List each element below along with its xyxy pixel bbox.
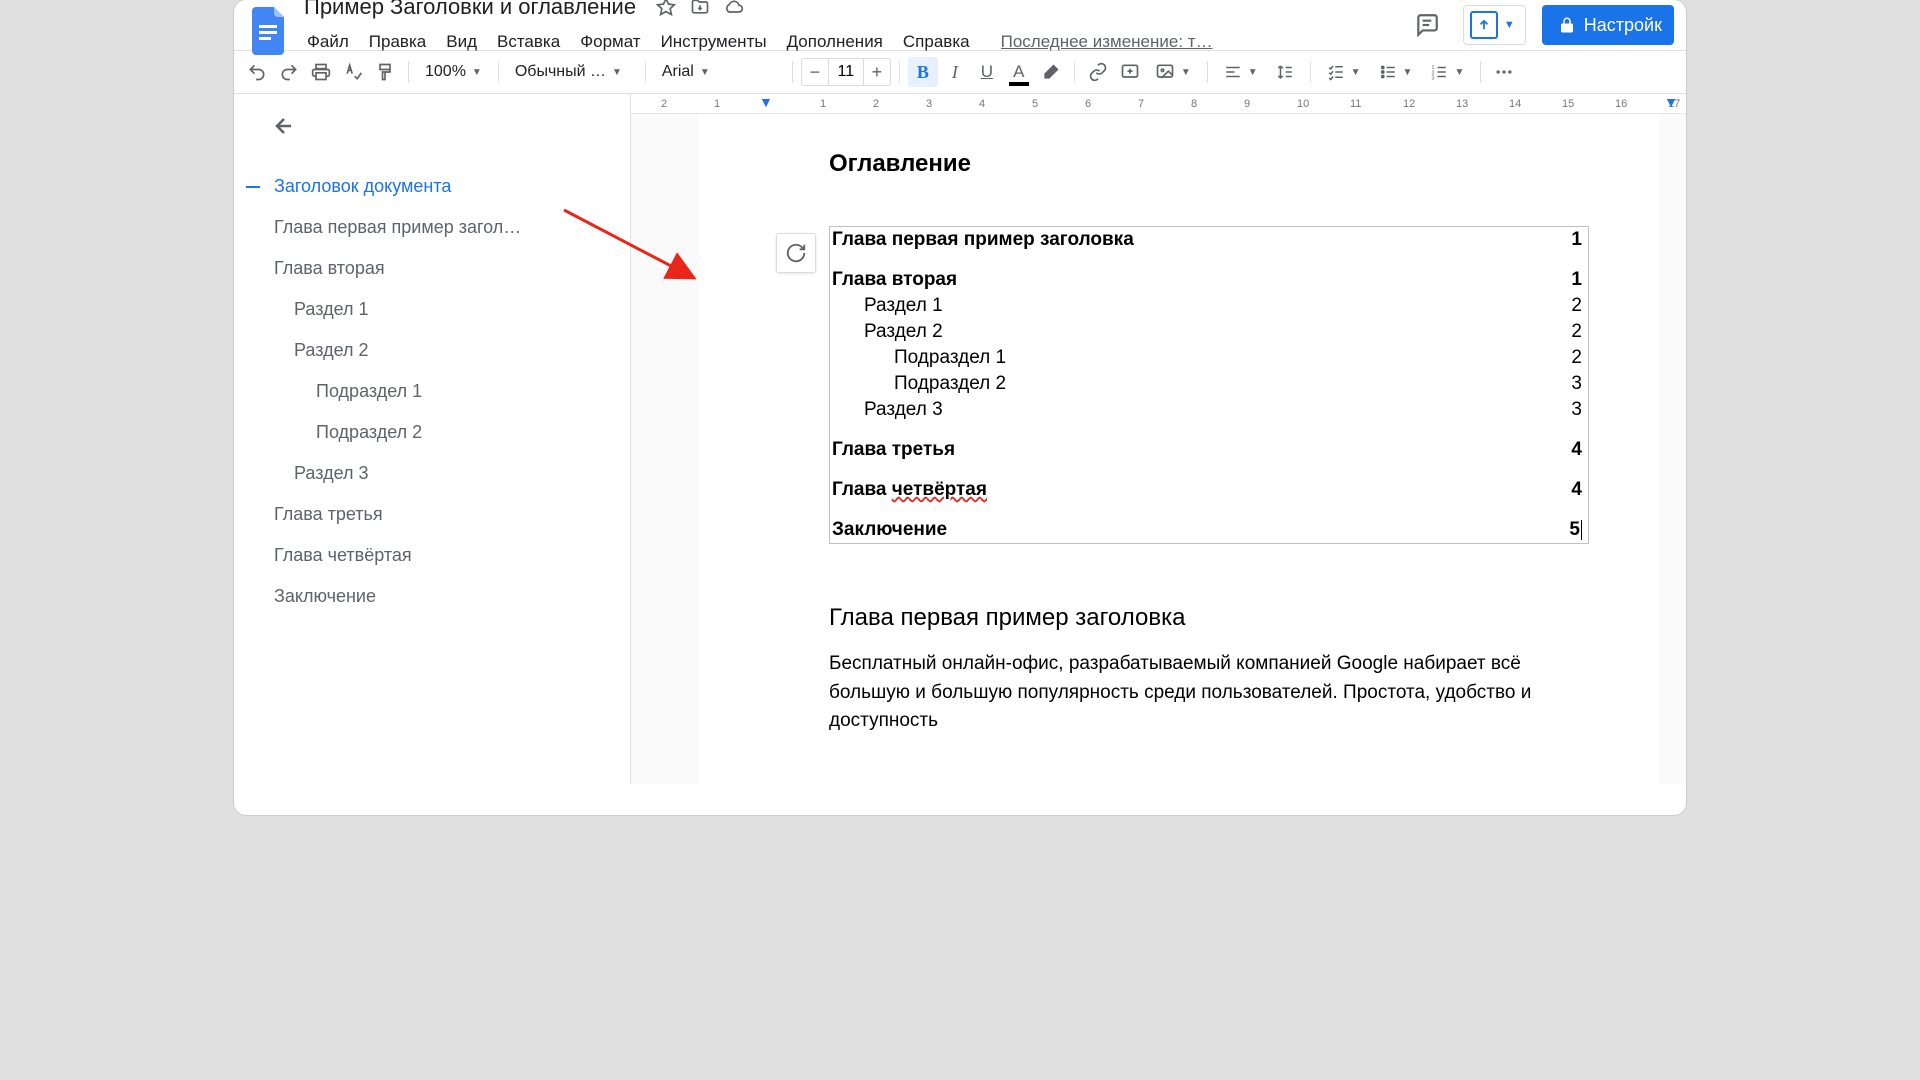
outline-item[interactable]: Раздел 3 bbox=[254, 453, 614, 494]
toc-row[interactable]: Раздел 22 bbox=[830, 319, 1588, 345]
comment-add-icon[interactable] bbox=[1115, 57, 1145, 87]
toc-row[interactable]: Раздел 33 bbox=[830, 397, 1588, 423]
present-caret-icon[interactable]: ▼ bbox=[1500, 19, 1519, 31]
font-size-plus[interactable]: + bbox=[864, 59, 890, 85]
bold-button[interactable]: B bbox=[908, 57, 938, 87]
share-label: Настройк bbox=[1584, 15, 1662, 36]
outline-item[interactable]: Глава четвёртая bbox=[254, 535, 614, 576]
font-select[interactable]: Arial▼ bbox=[654, 63, 784, 81]
outline-item[interactable]: Подраздел 1 bbox=[254, 371, 614, 412]
more-icon[interactable] bbox=[1489, 57, 1519, 87]
redo-icon[interactable] bbox=[274, 57, 304, 87]
outline-item[interactable]: Раздел 1 bbox=[254, 289, 614, 330]
ruler[interactable]: 211234567891011121314151617 ▼ ▼ bbox=[631, 94, 1686, 114]
ruler-indent-right-icon[interactable]: ▼ bbox=[1664, 94, 1678, 110]
checklist-button[interactable]: ▼ bbox=[1319, 63, 1369, 81]
ruler-indent-left-icon[interactable]: ▼ bbox=[759, 94, 773, 110]
body-heading[interactable]: Глава первая пример заголовка bbox=[829, 604, 1589, 632]
doc-title[interactable]: Пример Заголовки и оглавление bbox=[298, 0, 642, 22]
outline-back-icon[interactable] bbox=[272, 114, 296, 138]
spellcheck-icon[interactable] bbox=[338, 57, 368, 87]
text-color-button[interactable]: A bbox=[1004, 57, 1034, 87]
zoom-select[interactable]: 100%▼ bbox=[417, 63, 490, 81]
menu-tools[interactable]: Инструменты bbox=[652, 28, 776, 56]
line-spacing-button[interactable] bbox=[1268, 63, 1302, 81]
bullet-list-button[interactable]: ▼ bbox=[1371, 63, 1421, 81]
menu-file[interactable]: Файл bbox=[298, 28, 358, 56]
toc-row[interactable]: Раздел 12 bbox=[830, 293, 1588, 319]
svg-text:3: 3 bbox=[1432, 76, 1435, 82]
outline-item[interactable]: Глава вторая bbox=[254, 248, 614, 289]
toc-row[interactable]: Глава вторая1 bbox=[830, 267, 1588, 293]
underline-button[interactable]: U bbox=[972, 57, 1002, 87]
menu-addons[interactable]: Дополнения bbox=[778, 28, 892, 56]
font-size-value[interactable]: 11 bbox=[828, 59, 864, 85]
outline-item[interactable]: Глава третья bbox=[254, 494, 614, 535]
menu-view[interactable]: Вид bbox=[437, 28, 486, 56]
number-list-button[interactable]: 123▼ bbox=[1422, 63, 1472, 81]
present-icon[interactable] bbox=[1470, 11, 1498, 39]
share-button[interactable]: Настройк bbox=[1542, 5, 1674, 45]
document-area[interactable]: 211234567891011121314151617 ▼ ▼ Оглавлен… bbox=[631, 94, 1686, 784]
paint-format-icon[interactable] bbox=[370, 57, 400, 87]
toc-row[interactable]: Заключение5 bbox=[830, 517, 1588, 543]
toc-refresh-button[interactable] bbox=[776, 233, 816, 273]
outline-panel: Заголовок документаГлава первая пример з… bbox=[234, 94, 631, 784]
menu-insert[interactable]: Вставка bbox=[488, 28, 569, 56]
lock-icon bbox=[1558, 16, 1576, 34]
highlight-button[interactable] bbox=[1036, 57, 1066, 87]
toc-box[interactable]: Глава первая пример заголовка1 Глава втор… bbox=[829, 226, 1589, 544]
outline-item[interactable]: Подраздел 2 bbox=[254, 412, 614, 453]
image-insert-button[interactable]: ▼ bbox=[1147, 62, 1199, 82]
undo-icon[interactable] bbox=[242, 57, 272, 87]
font-size-minus[interactable]: − bbox=[802, 59, 828, 85]
outline-item[interactable]: Глава первая пример загол… bbox=[254, 207, 614, 248]
menu-edit[interactable]: Правка bbox=[360, 28, 435, 56]
star-icon[interactable] bbox=[656, 0, 676, 17]
print-icon[interactable] bbox=[306, 57, 336, 87]
page[interactable]: Оглавление Глава первая пример заголовка… bbox=[699, 114, 1659, 784]
last-change[interactable]: Последнее изменение: т… bbox=[1001, 32, 1213, 52]
italic-button[interactable]: I bbox=[940, 57, 970, 87]
toc-row[interactable]: Глава первая пример заголовка1 bbox=[830, 227, 1588, 253]
body-text[interactable]: Бесплатный онлайн-офис, разрабатываемый … bbox=[829, 650, 1589, 736]
toc-row[interactable]: Подраздел 12 bbox=[830, 345, 1588, 371]
style-select[interactable]: Обычный …▼ bbox=[507, 63, 637, 81]
docs-logo[interactable] bbox=[250, 4, 290, 58]
link-icon[interactable] bbox=[1083, 57, 1113, 87]
menu-format[interactable]: Формат bbox=[571, 28, 649, 56]
toc-row[interactable]: Глава третья4 bbox=[830, 437, 1588, 463]
comments-icon[interactable] bbox=[1407, 5, 1447, 45]
toc-row[interactable]: Глава четвёртая4 bbox=[830, 477, 1588, 503]
outline-item[interactable]: Заключение bbox=[254, 576, 614, 617]
cloud-status-icon[interactable] bbox=[724, 0, 744, 17]
present-share-combo[interactable]: ▼ bbox=[1463, 5, 1526, 45]
move-folder-icon[interactable] bbox=[690, 0, 710, 17]
outline-item[interactable]: Раздел 2 bbox=[254, 330, 614, 371]
toc-row[interactable]: Подраздел 23 bbox=[830, 371, 1588, 397]
toc-title[interactable]: Оглавление bbox=[829, 150, 1589, 178]
align-button[interactable]: ▼ bbox=[1216, 63, 1266, 81]
outline-item[interactable]: Заголовок документа bbox=[254, 166, 614, 207]
menu-help[interactable]: Справка bbox=[894, 28, 979, 56]
